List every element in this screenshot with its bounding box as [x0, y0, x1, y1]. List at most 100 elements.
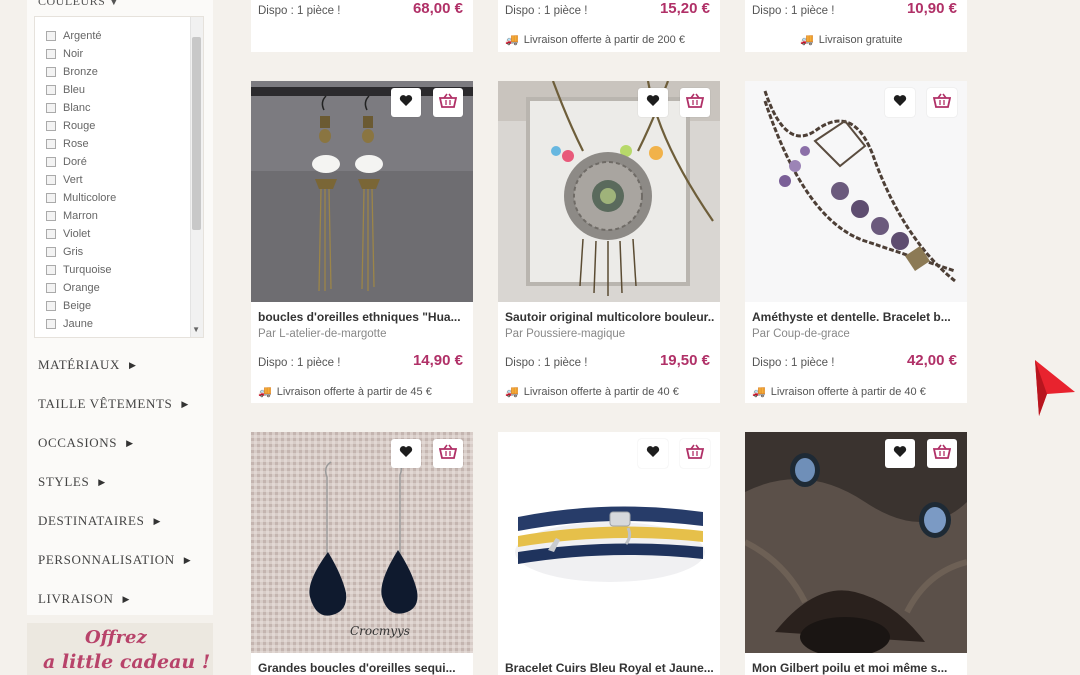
product-card-partial[interactable]: Dispo : 1 pièce ! 10,90 € 🚚 Livraison gra… [745, 0, 967, 52]
checkbox[interactable] [46, 175, 56, 185]
add-to-cart-button[interactable] [680, 88, 710, 117]
checkbox[interactable] [46, 193, 56, 203]
truck-icon: 🚚 [752, 386, 766, 398]
add-to-cart-button[interactable] [433, 88, 463, 117]
colors-filter-heading[interactable]: COULEURS ▼ [38, 0, 119, 9]
add-to-favorites-button[interactable] [391, 88, 421, 117]
add-to-cart-button[interactable] [927, 88, 957, 117]
color-option[interactable]: Violet [46, 225, 90, 243]
colors-filter-label: COULEURS [38, 0, 106, 8]
color-option[interactable]: Orange [46, 279, 100, 297]
product-card[interactable]: Mon Gilbert poilu et moi même s... [745, 432, 967, 675]
color-option[interactable]: Turquoise [46, 261, 112, 279]
facet-personnalisation[interactable]: PERSONNALISATION ▶ [38, 549, 191, 571]
add-to-cart-button[interactable] [680, 439, 710, 468]
color-option[interactable]: Beige [46, 297, 91, 315]
color-option[interactable]: Rose [46, 135, 89, 153]
color-option[interactable]: Doré [46, 153, 87, 171]
color-option-label: Rose [63, 138, 89, 150]
checkbox[interactable] [46, 49, 56, 59]
color-option-label: Doré [63, 156, 87, 168]
color-option[interactable]: Bleu [46, 81, 85, 99]
caret-right-icon: ▶ [128, 359, 137, 370]
product-title[interactable]: Grandes boucles d'oreilles sequi... [258, 661, 468, 675]
checkbox[interactable] [46, 103, 56, 113]
add-to-favorites-button[interactable] [885, 439, 915, 468]
checkbox[interactable] [46, 283, 56, 293]
add-to-favorites-button[interactable] [638, 439, 668, 468]
caret-right-icon: ▶ [153, 515, 161, 526]
checkbox[interactable] [46, 139, 56, 149]
checkbox[interactable] [46, 301, 56, 311]
basket-icon [932, 93, 952, 113]
add-to-favorites-button[interactable] [885, 88, 915, 117]
product-title[interactable]: boucles d'oreilles ethniques "Hua... [258, 310, 468, 324]
color-option[interactable]: Rouge [46, 117, 95, 135]
add-to-favorites-button[interactable] [638, 88, 668, 117]
facet-occasions[interactable]: OCCASIONS ▶ [38, 432, 134, 454]
heart-icon [893, 94, 907, 112]
product-card-partial[interactable]: Dispo : 1 pièce ! 15,20 € 🚚 Livraison off… [498, 0, 720, 52]
seller-name[interactable]: Par Poussiere-magique [505, 328, 625, 340]
checkbox[interactable] [46, 247, 56, 257]
checkbox[interactable] [46, 211, 56, 221]
facet-materiaux[interactable]: MATÉRIAUX ▶ [38, 354, 136, 376]
basket-icon [685, 93, 705, 113]
checkbox[interactable] [46, 265, 56, 275]
product-title[interactable]: Bracelet Cuirs Bleu Royal et Jaune... [505, 661, 715, 675]
product-card-partial[interactable]: Dispo : 1 pièce ! 68,00 € [251, 0, 473, 52]
heart-icon [646, 94, 660, 112]
facet-styles[interactable]: STYLES ▶ [38, 471, 106, 493]
product-card[interactable]: Bracelet Cuirs Bleu Royal et Jaune... [498, 432, 720, 675]
add-to-cart-button[interactable] [433, 439, 463, 468]
truck-icon: 🚚 [505, 34, 519, 46]
checkbox[interactable] [46, 121, 56, 131]
seller-name[interactable]: Par L-atelier-de-margotte [258, 328, 386, 340]
checkbox[interactable] [46, 31, 56, 41]
scrollbar-thumb[interactable] [192, 37, 201, 230]
caret-right-icon: ▶ [126, 437, 134, 448]
color-option[interactable]: Argenté [46, 27, 102, 45]
add-to-cart-button[interactable] [927, 439, 957, 468]
product-title[interactable]: Améthyste et dentelle. Bracelet b... [752, 310, 962, 324]
checkbox[interactable] [46, 157, 56, 167]
red-arrow-icon[interactable] [1033, 358, 1077, 423]
color-option[interactable]: Marron [46, 207, 98, 225]
price: 19,50 € [659, 352, 710, 369]
product-title[interactable]: Sautoir original multicolore bouleur... [505, 310, 715, 324]
color-option-label: Violet [63, 228, 91, 240]
color-option[interactable]: Jaune [46, 315, 93, 333]
product-card[interactable]: Sautoir original multicolore bouleur... … [498, 81, 720, 403]
color-option-label: Blanc [63, 102, 91, 114]
scroll-down-arrow-icon[interactable]: ▼ [192, 325, 200, 334]
facet-taille-vetements[interactable]: TAILLE VÊTEMENTS ▶ [38, 393, 189, 415]
color-option[interactable]: Bronze [46, 63, 98, 81]
stock-label: Dispo : 1 pièce ! [752, 357, 835, 369]
facet-livraison[interactable]: LIVRAISON ▶ [38, 588, 130, 610]
facet-label: DESTINATAIRES [38, 513, 145, 528]
product-title[interactable]: Mon Gilbert poilu et moi même s... [752, 661, 962, 675]
color-option[interactable]: Vert [46, 171, 83, 189]
checkbox[interactable] [46, 229, 56, 239]
seller-name[interactable]: Par Coup-de-grace [752, 328, 850, 340]
color-option[interactable]: Blanc [46, 99, 91, 117]
promo-banner[interactable]: Offrez a little cadeau ! [27, 623, 213, 675]
facet-destinataires[interactable]: DESTINATAIRES ▶ [38, 510, 161, 532]
color-option[interactable]: Multicolore [46, 189, 116, 207]
product-card[interactable]: Améthyste et dentelle. Bracelet b... Par… [745, 81, 967, 403]
product-card[interactable]: boucles d'oreilles ethniques "Hua... Par… [251, 81, 473, 403]
price: 15,20 € [659, 0, 710, 17]
product-card[interactable]: Crocmyys Grandes boucles d'oreilles sequ… [251, 432, 473, 675]
promo-line-1: Offrez [85, 627, 147, 648]
color-option[interactable]: Noir [46, 45, 83, 63]
checkbox[interactable] [46, 319, 56, 329]
stock-label: Dispo : 1 pièce ! [752, 5, 835, 17]
shipping-info: 🚚 Livraison offerte à partir de 40 € [505, 385, 679, 399]
color-option-label: Bleu [63, 84, 86, 96]
scrollbar[interactable]: ▼ [190, 17, 203, 337]
checkbox[interactable] [46, 67, 56, 77]
add-to-favorites-button[interactable] [391, 439, 421, 468]
color-option-label: Turquoise [63, 264, 112, 276]
checkbox[interactable] [46, 85, 56, 95]
color-option[interactable]: Gris [46, 243, 83, 261]
